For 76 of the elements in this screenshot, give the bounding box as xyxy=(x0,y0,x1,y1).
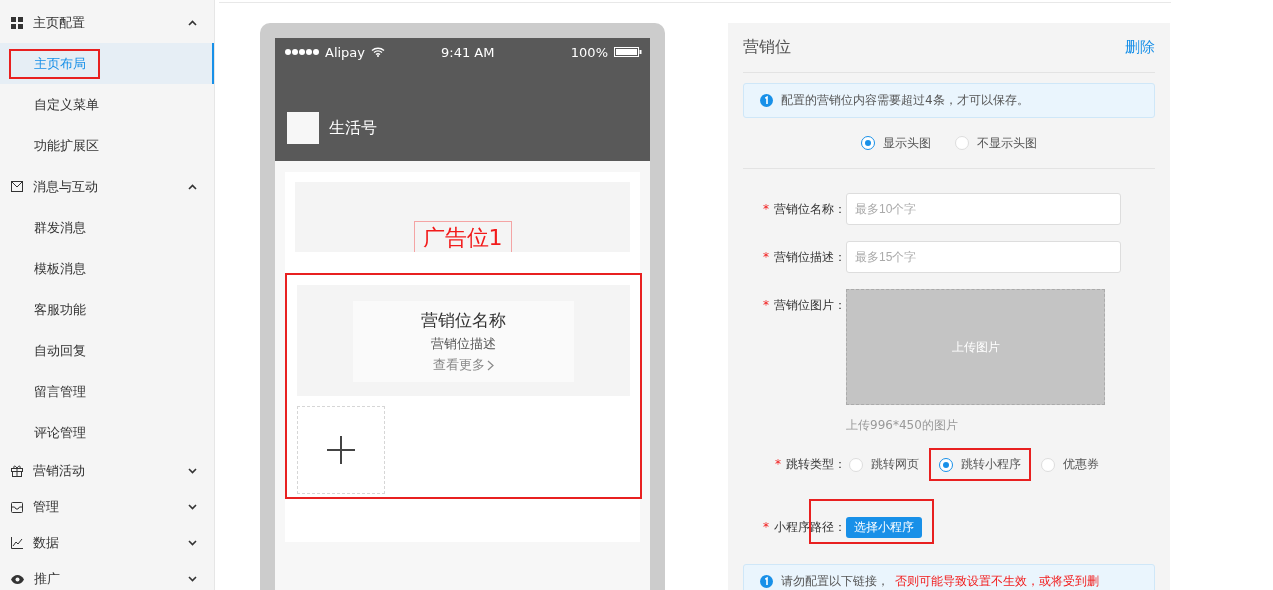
required-mark: * xyxy=(775,457,781,471)
radio-label: 不显示头图 xyxy=(977,134,1037,152)
field-label: 营销位图片： xyxy=(774,298,846,312)
nav-item[interactable]: 客服功能 xyxy=(0,289,214,330)
nav-group[interactable]: 管理 xyxy=(0,489,214,525)
radio-label: 优惠券 xyxy=(1063,456,1099,473)
status-time: 9:41 AM xyxy=(441,44,496,60)
battery-percent: 100% xyxy=(570,44,608,60)
inbox-icon xyxy=(11,501,23,513)
info-icon xyxy=(760,575,773,588)
radio-label: 显示头图 xyxy=(883,134,931,152)
marketing-block[interactable]: 营销位名称 营销位描述 查看更多 xyxy=(286,274,641,498)
chevron-right-icon xyxy=(487,359,494,371)
caret-icon xyxy=(188,576,197,582)
warning-text: 请勿配置以下链接， 否则可能导致设置不生效，或将受到删 xyxy=(781,573,1099,590)
radio-option[interactable]: 优惠券 xyxy=(1033,450,1107,479)
radio-label: 跳转小程序 xyxy=(961,456,1021,473)
info-icon xyxy=(760,94,773,107)
radio-button[interactable] xyxy=(861,136,875,150)
required-mark: * xyxy=(763,201,769,216)
eye-icon xyxy=(11,574,24,584)
caret-icon xyxy=(188,183,197,190)
required-mark: * xyxy=(763,298,769,312)
caret-icon xyxy=(188,19,197,26)
field-label: 营销位描述： xyxy=(774,249,846,264)
field-label: 小程序路径： xyxy=(774,520,846,534)
required-mark: * xyxy=(763,520,769,534)
required-mark: * xyxy=(763,249,769,264)
marketing-description: 营销位描述 xyxy=(431,335,496,353)
notice-text: 配置的营销位内容需要超过4条，才可以保存。 xyxy=(781,92,1029,109)
radio-option[interactable]: 不显示头图 xyxy=(951,128,1041,158)
wifi-icon xyxy=(371,47,386,57)
more-link[interactable]: 查看更多 xyxy=(433,356,494,374)
nav-group-label: 主页配置 xyxy=(33,13,86,32)
signal-icon xyxy=(285,49,319,55)
nav-group[interactable]: 数据 xyxy=(0,525,214,561)
caret-icon xyxy=(188,468,197,474)
avatar xyxy=(287,112,319,144)
nav-group[interactable]: 主页配置 xyxy=(0,2,214,43)
caret-icon xyxy=(188,540,197,546)
nav-group[interactable]: 营销活动 xyxy=(0,453,214,489)
nav-item[interactable]: 模板消息 xyxy=(0,248,214,289)
nav-item[interactable]: 自定义菜单 xyxy=(0,84,214,125)
nav-group[interactable]: 消息与互动 xyxy=(0,166,214,207)
nav-item[interactable]: 自动回复 xyxy=(0,330,214,371)
panel-title: 营销位 xyxy=(743,37,791,58)
radio-option[interactable]: 跳转小程序 xyxy=(931,450,1029,479)
nav-group-label: 管理 xyxy=(33,498,60,516)
line-chart-icon xyxy=(11,537,23,549)
nav-item[interactable]: 留言管理 xyxy=(0,371,214,412)
nav-item[interactable]: 群发消息 xyxy=(0,207,214,248)
ad-label: 广告位1 xyxy=(413,221,512,252)
plus-icon xyxy=(327,436,355,464)
nav-group-label: 消息与互动 xyxy=(33,177,99,196)
nav-group-label: 营销活动 xyxy=(33,462,86,480)
account-name: 生活号 xyxy=(329,117,377,139)
marketing-title: 营销位名称 xyxy=(421,309,506,332)
text-input[interactable]: 最多10个字 xyxy=(846,193,1121,225)
upload-hint: 上传996*450的图片 xyxy=(846,417,959,434)
nav-group[interactable]: 推广 xyxy=(0,561,214,590)
caret-icon xyxy=(188,504,197,510)
mail-icon xyxy=(11,181,23,192)
nav-group-label: 推广 xyxy=(34,570,61,588)
field-label: 营销位名称： xyxy=(774,201,846,216)
radio-option[interactable]: 显示头图 xyxy=(857,128,935,158)
nav-item[interactable]: 评论管理 xyxy=(0,412,214,453)
add-button[interactable] xyxy=(297,406,385,494)
radio-label: 跳转网页 xyxy=(871,456,919,473)
nav-item[interactable]: 功能扩展区 xyxy=(0,125,214,166)
battery-icon xyxy=(614,47,642,57)
text-input[interactable]: 最多15个字 xyxy=(846,241,1121,273)
grid-icon xyxy=(11,16,23,29)
gift-icon xyxy=(11,465,23,477)
radio-button[interactable] xyxy=(939,457,953,472)
carrier-name: Alipay xyxy=(325,44,366,60)
nav-group-label: 数据 xyxy=(33,534,60,552)
